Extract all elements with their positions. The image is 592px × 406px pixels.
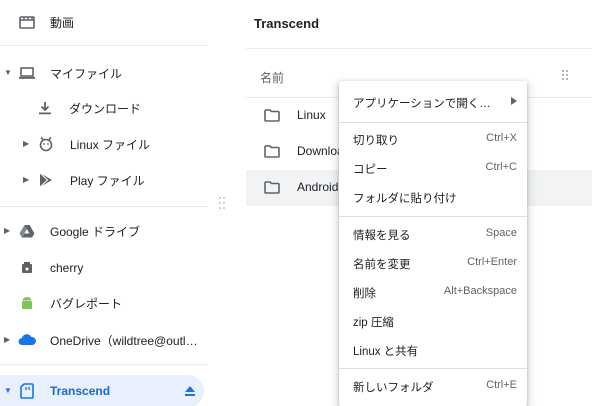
submenu-arrow-icon [511, 97, 517, 105]
eject-icon[interactable] [180, 381, 200, 401]
menu-item-label: Linux と共有 [353, 346, 419, 358]
page-title: Transcend [254, 16, 320, 31]
menu-item-label: 切り取り [353, 135, 399, 147]
header-divider [246, 48, 592, 49]
sidebar-item-bug-report[interactable]: バグレポート [0, 287, 208, 319]
video-folder-icon [17, 12, 37, 32]
file-name: Android [297, 180, 339, 194]
menu-item-rename[interactable]: 名前を変更 Ctrl+Enter [339, 249, 527, 278]
sidebar-item-label: Google ドライブ [50, 224, 141, 239]
sidebar: 動画 ▼ マイファイル ダウンロード ▶ Linux ファイル ▶ Play フ… [0, 0, 208, 406]
menu-item-label: 名前を変更 [353, 259, 411, 271]
expand-arrow-icon[interactable]: ▼ [4, 69, 12, 77]
folder-icon [264, 145, 280, 161]
menu-item-paste-into-folder[interactable]: フォルダに貼り付け [339, 183, 527, 212]
laptop-icon [17, 63, 37, 83]
sidebar-item-label: バグレポート [50, 296, 123, 311]
sidebar-item-play-files[interactable]: ▶ Play ファイル [0, 164, 208, 196]
sidebar-item-google-drive[interactable]: ▶ Google ドライブ [0, 215, 208, 247]
sidebar-item-label: ダウンロード [69, 101, 142, 116]
play-store-icon [36, 170, 56, 190]
sidebar-item-label: マイファイル [50, 66, 123, 81]
folder-icon [264, 109, 280, 125]
menu-item-zip[interactable]: zip 圧縮 [339, 307, 527, 336]
menu-item-label: 情報を見る [353, 230, 411, 242]
menu-item-label: コピー [353, 164, 388, 176]
sidebar-item-label: OneDrive（wildtree@outl… [50, 333, 198, 348]
sidebar-item-label: cherry [50, 261, 84, 275]
menu-item-label: 新しいフォルダ [353, 382, 434, 394]
sd-card-icon [17, 381, 37, 401]
menu-separator [339, 368, 527, 369]
linux-icon [36, 134, 56, 154]
menu-item-open-with[interactable]: アプリケーションで開く… [339, 88, 527, 117]
collapse-arrow-icon[interactable]: ▶ [23, 140, 31, 148]
menu-item-label: アプリケーションで開く… [353, 98, 491, 110]
onedrive-cloud-icon [17, 330, 37, 350]
collapse-arrow-icon[interactable]: ▶ [4, 227, 12, 235]
sidebar-item-label: Linux ファイル [70, 137, 151, 152]
menu-item-cut[interactable]: 切り取り Ctrl+X [339, 125, 527, 154]
menu-separator [339, 216, 527, 217]
menu-item-delete[interactable]: 削除 Alt+Backspace [339, 278, 527, 307]
menu-item-new-folder[interactable]: 新しいフォルダ Ctrl+E [339, 372, 527, 401]
collapse-arrow-icon[interactable]: ▶ [23, 176, 31, 184]
column-resize-icon[interactable] [562, 70, 568, 82]
sidebar-divider [0, 206, 208, 207]
sidebar-item-linux-files[interactable]: ▶ Linux ファイル [0, 128, 208, 160]
menu-item-shortcut: Ctrl+Enter [467, 256, 517, 268]
google-drive-icon [17, 221, 37, 241]
menu-item-copy[interactable]: コピー Ctrl+C [339, 154, 527, 183]
menu-item-label: zip 圧縮 [353, 317, 394, 329]
resize-handle[interactable] [219, 197, 225, 213]
sidebar-divider [0, 45, 208, 46]
menu-item-label: 削除 [353, 288, 376, 300]
expand-arrow-icon[interactable]: ▼ [4, 387, 12, 395]
collapse-arrow-icon[interactable]: ▶ [4, 336, 12, 344]
folder-icon [264, 181, 280, 197]
context-menu: アプリケーションで開く… 切り取り Ctrl+X コピー Ctrl+C フォルダ… [339, 81, 527, 406]
sidebar-divider [0, 364, 208, 365]
removable-drive-icon [17, 258, 37, 278]
menu-item-shortcut: Space [485, 227, 517, 239]
file-name: Downloa [297, 144, 344, 158]
android-icon [17, 293, 37, 313]
download-icon [35, 98, 55, 118]
menu-item-label: フォルダに貼り付け [353, 193, 457, 205]
sidebar-item-label: 動画 [50, 15, 75, 30]
file-name: Linux [297, 108, 326, 122]
menu-item-shortcut: Ctrl+E [486, 379, 517, 391]
sidebar-item-my-files[interactable]: ▼ マイファイル [0, 57, 208, 89]
menu-item-shortcut: Ctrl+C [485, 161, 517, 173]
sidebar-item-onedrive[interactable]: ▶ OneDrive（wildtree@outl… [0, 324, 208, 356]
column-header-name[interactable]: 名前 [260, 69, 284, 86]
sidebar-item-videos[interactable]: 動画 [0, 6, 208, 38]
menu-item-get-info[interactable]: 情報を見る Space [339, 220, 527, 249]
menu-item-share-with-linux[interactable]: Linux と共有 [339, 336, 527, 365]
menu-item-shortcut: Alt+Backspace [443, 285, 517, 297]
sidebar-item-label: Transcend [50, 384, 111, 398]
sidebar-item-transcend[interactable]: ▼ Transcend [0, 375, 204, 406]
menu-item-shortcut: Ctrl+X [486, 132, 517, 144]
sidebar-item-downloads[interactable]: ダウンロード [0, 92, 208, 124]
sidebar-item-label: Play ファイル [70, 173, 145, 188]
menu-separator [339, 122, 527, 123]
sidebar-item-cherry[interactable]: cherry [0, 252, 208, 284]
